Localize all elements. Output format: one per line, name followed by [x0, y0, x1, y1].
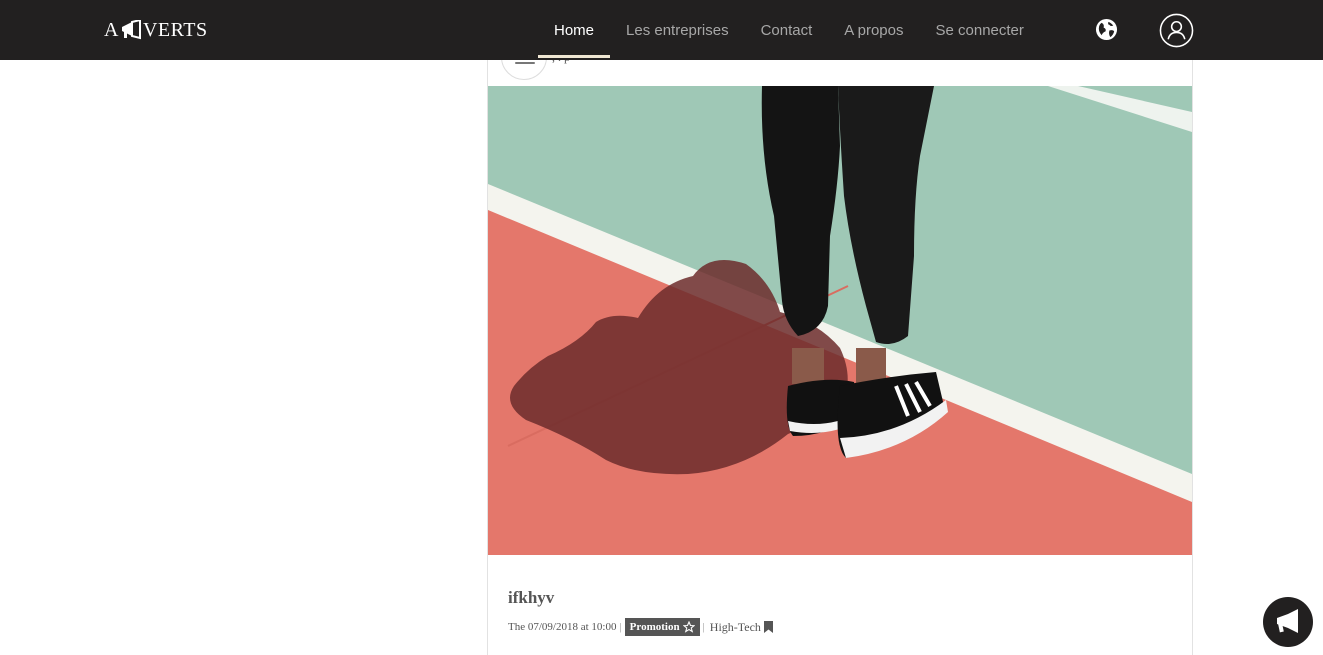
post-meta: The 07/09/2018 at 10:00 | Promotion | Hi… [508, 618, 773, 636]
post-title[interactable]: ifkhyv [508, 588, 554, 608]
globe-icon[interactable] [1095, 18, 1118, 41]
nav-se-connecter[interactable]: Se connecter [920, 0, 1040, 60]
nav-contact[interactable]: Contact [745, 0, 829, 60]
brand-logo[interactable]: A VERTS [104, 17, 208, 43]
star-icon [682, 621, 695, 633]
megaphone-icon [1277, 609, 1298, 633]
post-category-label: High-Tech [709, 619, 761, 634]
megaphone-fab-button[interactable] [1263, 597, 1313, 647]
nav-home[interactable]: Home [538, 0, 611, 60]
nav-a-propos[interactable]: A propos [828, 0, 919, 60]
main-nav: Home Les entreprises Contact A propos Se… [538, 0, 1040, 60]
brand-suffix: VERTS [142, 18, 208, 41]
post-image[interactable] [488, 86, 1192, 555]
brand-prefix: A [104, 18, 119, 41]
meta-separator-2: | [702, 621, 705, 633]
meta-separator: | [619, 621, 622, 633]
post-card: , . p ifkhyv The 07/09/2018 at 10:00 | [487, 40, 1193, 655]
promotion-badge[interactable]: Promotion [624, 618, 700, 636]
user-account-icon[interactable] [1159, 13, 1194, 48]
bookmark-icon [763, 621, 773, 633]
promotion-badge-label: Promotion [629, 621, 680, 633]
top-navbar: A VERTS Home Les entreprises Contact A p… [0, 0, 1323, 60]
post-date: The 07/09/2018 at 10:00 [508, 621, 617, 633]
megaphone-logo-icon [121, 20, 141, 40]
nav-les-entreprises[interactable]: Les entreprises [610, 0, 745, 60]
post-category[interactable]: High-Tech [710, 620, 773, 635]
